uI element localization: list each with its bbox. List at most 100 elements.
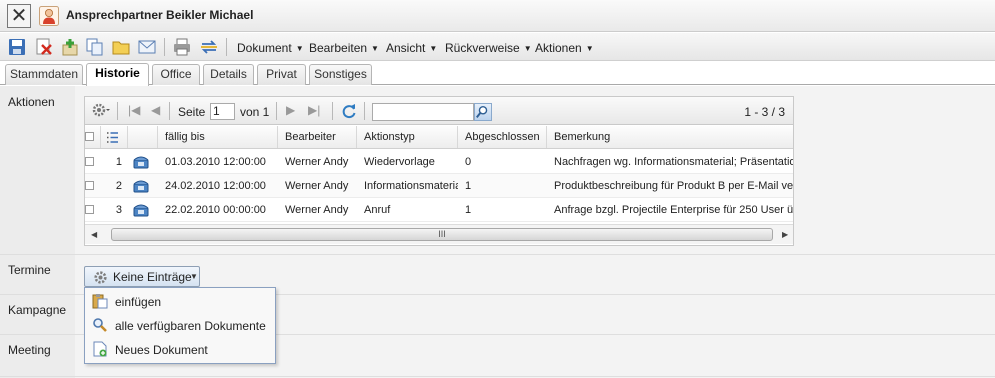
cell-bemerkung: Nachfragen wg. Informationsmaterial; Prä… xyxy=(554,156,793,168)
column-header-aktionstyp[interactable]: Aktionstyp xyxy=(357,126,458,148)
row-number: 2 xyxy=(115,180,122,192)
phone-icon xyxy=(133,180,149,193)
chevron-down-icon: ▼ xyxy=(523,44,532,53)
new-document-icon xyxy=(93,341,107,357)
page-count-label: von 1 xyxy=(240,105,270,119)
search-icon[interactable] xyxy=(474,103,492,121)
magnifier-icon xyxy=(93,318,107,332)
page-label: Seite xyxy=(178,105,206,119)
termine-menu-button[interactable]: Keine Einträge ▼ xyxy=(84,266,200,287)
tab-office[interactable]: Office xyxy=(152,64,200,85)
horizontal-scrollbar[interactable]: ◀ III ▶ xyxy=(85,224,793,244)
toolbar: Dokument ▼ Bearbeiten ▼ Ansicht ▼ Rückverwe… xyxy=(0,33,995,61)
menu-dokument[interactable]: Dokument ▼ xyxy=(237,41,304,55)
column-header-abgeschlossen[interactable]: Abgeschlossen xyxy=(458,126,547,148)
select-all-cell xyxy=(85,126,101,148)
menu-item-einfuegen[interactable]: einfügen xyxy=(85,290,275,314)
mail-icon[interactable] xyxy=(138,38,156,56)
section-divider xyxy=(0,254,995,255)
chevron-down-icon: ▼ xyxy=(190,272,198,281)
row-checkbox[interactable] xyxy=(85,181,94,190)
first-page-icon[interactable]: |◀ xyxy=(128,103,140,117)
last-page-icon[interactable]: ▶| xyxy=(308,103,320,117)
cell-faellig-bis: 24.02.2010 12:00:00 xyxy=(165,180,266,192)
section-label-meeting: Meeting xyxy=(8,343,51,357)
print-icon[interactable] xyxy=(173,38,191,56)
section-label-aktionen: Aktionen xyxy=(8,95,55,109)
menu-aktionen[interactable]: Aktionen ▼ xyxy=(535,41,594,55)
row-number: 3 xyxy=(115,204,122,216)
menu-item-neues-dokument[interactable]: Neues Dokument xyxy=(85,338,275,362)
column-header-bearbeiter[interactable]: Bearbeiter xyxy=(278,126,357,148)
toolbar-separator xyxy=(226,38,227,56)
gear-icon[interactable] xyxy=(91,102,111,118)
page-number-input[interactable]: 1 xyxy=(210,103,235,120)
section-label-termine: Termine xyxy=(8,263,51,277)
cell-abgeschlossen: 0 xyxy=(465,156,472,168)
copy-icon[interactable] xyxy=(86,38,104,56)
gear-icon xyxy=(94,271,107,284)
close-icon: ✕ xyxy=(10,5,28,27)
pager-separator xyxy=(364,102,365,120)
table-row[interactable]: 3 22.02.2010 00:00:00 Werner Andy Anruf … xyxy=(85,198,793,222)
pager-separator xyxy=(117,102,118,120)
transfer-icon[interactable] xyxy=(200,38,218,56)
menu-item-label: Neues Dokument xyxy=(115,343,208,357)
scroll-right-icon[interactable]: ▶ xyxy=(782,230,788,239)
section-label-kampagne: Kampagne xyxy=(8,303,67,317)
phone-icon xyxy=(133,156,149,169)
grid-search-input[interactable] xyxy=(372,103,474,121)
row-checkbox[interactable] xyxy=(85,157,94,166)
close-button[interactable]: ✕ xyxy=(7,4,31,28)
termine-button-label: Keine Einträge xyxy=(113,270,192,284)
numbered-list-icon xyxy=(107,132,118,143)
next-page-icon[interactable]: ▶ xyxy=(286,103,295,117)
tab-details[interactable]: Details xyxy=(203,64,254,85)
scroll-left-icon[interactable]: ◀ xyxy=(91,230,97,239)
cell-bearbeiter: Werner Andy xyxy=(285,204,349,216)
chevron-down-icon: ▼ xyxy=(585,44,594,53)
menu-bearbeiten[interactable]: Bearbeiten ▼ xyxy=(309,41,379,55)
grid-header-row: fällig bis Bearbeiter Aktionstyp Abgesch… xyxy=(85,126,793,149)
section-divider xyxy=(0,376,995,377)
delete-icon[interactable] xyxy=(35,38,53,56)
cell-abgeschlossen: 1 xyxy=(465,204,472,216)
refresh-icon[interactable] xyxy=(341,103,357,119)
add-icon[interactable] xyxy=(61,38,79,56)
prev-page-icon[interactable]: ◀ xyxy=(151,103,160,117)
cell-abgeschlossen: 1 xyxy=(465,180,472,192)
table-row[interactable]: 1 01.03.2010 12:00:00 Werner Andy Wieder… xyxy=(85,150,793,174)
row-number-header xyxy=(101,126,128,148)
tab-sonstiges[interactable]: Sonstiges xyxy=(309,64,372,85)
phone-icon xyxy=(133,204,149,217)
grid-pager: |◀ ◀ Seite 1 von 1 ▶ ▶| 1 - 3 / 3 xyxy=(85,97,793,125)
select-all-checkbox[interactable] xyxy=(85,132,94,141)
chevron-down-icon: ▼ xyxy=(371,44,379,53)
cell-bemerkung: Produktbeschreibung für Produkt B per E-… xyxy=(554,180,793,192)
pager-separator xyxy=(169,102,170,120)
save-icon[interactable] xyxy=(8,38,26,56)
tab-privat[interactable]: Privat xyxy=(257,64,306,85)
menu-rueckverweise[interactable]: Rückverweise ▼ xyxy=(445,41,532,55)
cell-aktionstyp: Anruf xyxy=(364,204,391,216)
tab-stammdaten[interactable]: Stammdaten xyxy=(5,64,83,85)
table-row[interactable]: 2 24.02.2010 12:00:00 Werner Andy Inform… xyxy=(85,174,793,198)
folder-icon[interactable] xyxy=(112,38,130,56)
menu-item-label: einfügen xyxy=(115,295,162,309)
column-header-bemerkung[interactable]: Bemerkung xyxy=(547,126,793,148)
title-bar: ✕ Ansprechpartner Beikler Michael xyxy=(0,0,995,32)
toolbar-separator xyxy=(164,38,165,56)
tab-historie[interactable]: Historie xyxy=(86,63,149,86)
icon-column-header xyxy=(128,126,158,148)
column-header-faellig-bis[interactable]: fällig bis xyxy=(158,126,278,148)
record-count: 1 - 3 / 3 xyxy=(744,105,785,119)
window-title: Ansprechpartner Beikler Michael xyxy=(66,8,254,22)
row-checkbox[interactable] xyxy=(85,205,94,214)
actions-grid: |◀ ◀ Seite 1 von 1 ▶ ▶| 1 - 3 / 3 fällig… xyxy=(84,96,794,246)
scrollbar-thumb[interactable]: III xyxy=(111,228,773,241)
cell-faellig-bis: 01.03.2010 12:00:00 xyxy=(165,156,266,168)
menu-item-alle-dokumente[interactable]: alle verfügbaren Dokumente xyxy=(85,314,275,338)
menu-item-label: alle verfügbaren Dokumente xyxy=(115,319,266,333)
pager-separator xyxy=(332,102,333,120)
menu-ansicht[interactable]: Ansicht ▼ xyxy=(386,41,437,55)
